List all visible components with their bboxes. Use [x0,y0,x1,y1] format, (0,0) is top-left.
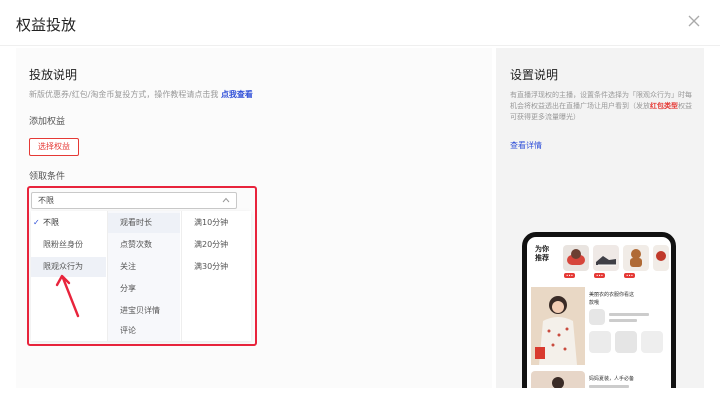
dialog-title: 权益投放 [16,16,77,34]
settings-section-title: 设置说明 [510,68,559,82]
phone-title: 为你 推荐 [535,245,549,263]
placeholder-line [609,319,637,322]
option-unlimited[interactable]: ✓ 不限 [31,213,106,233]
claim-condition-label: 领取条件 [29,172,66,182]
badge: ••• [594,273,606,278]
dialog-header: 权益投放 [0,0,720,46]
close-icon[interactable] [684,11,704,31]
view-details-link[interactable]: 查看详情 [510,140,542,151]
placement-description: 新版优惠券/红包/淘金币复投方式，操作教程请点击我 点我查看 [29,89,253,100]
option-fans-only[interactable]: 限粉丝身份 [31,235,106,255]
option-like-count[interactable]: 点赞次数 [108,235,180,255]
annotation-arrow-icon [55,274,80,318]
option-follow[interactable]: 关注 [108,257,180,277]
option-label: 限粉丝身份 [43,240,83,249]
view-tutorial-link[interactable]: 点我查看 [221,90,253,99]
option-watch-time[interactable]: 观看时长 [108,213,180,233]
option-10-min[interactable]: 满10分钟 [182,213,251,233]
product-thumb [615,331,637,353]
option-comment[interactable]: 评论 [108,321,180,341]
live-card-image [531,371,585,388]
placeholder-line [609,313,649,316]
product-thumb [653,245,669,271]
phone-title-line2: 推荐 [535,254,549,262]
option-share[interactable]: 分享 [108,279,180,299]
dropdown-column-threshold: 满10分钟 满20分钟 满30分钟 [181,211,251,341]
option-label: 限观众行为 [43,262,83,271]
option-20-min[interactable]: 满20分钟 [182,235,251,255]
add-benefit-label: 添加权益 [29,117,66,127]
condition-select[interactable]: 不限 [31,192,237,209]
settings-panel: 设置说明 有直播浮现权的主播，设置条件选择为「限观众行为」时每机会将权益透出在直… [496,48,704,388]
settings-description-highlight: 红包类型 [650,102,678,110]
option-item-detail[interactable]: 进宝贝详情 [108,301,180,321]
placeholder-line [589,385,629,388]
product-thumb [563,245,589,271]
badge: ••• [564,273,576,278]
product-thumb [593,245,619,271]
check-icon: ✓ [33,218,40,227]
condition-select-value: 不限 [38,196,54,205]
product-thumb [623,245,649,271]
phone-title-line1: 为你 [535,245,549,253]
option-30-min[interactable]: 满30分钟 [182,257,251,277]
placement-description-text: 新版优惠券/红包/淘金币复投方式，操作教程请点击我 [29,90,219,99]
product-thumb [641,331,663,353]
dropdown-column-behavior: 观看时长 点赞次数 关注 分享 进宝贝详情 评论 [107,211,180,341]
badge: ••• [624,273,636,278]
chevron-up-icon [222,197,230,203]
product-thumb [589,309,605,325]
live-card-image [531,287,585,365]
live-card-title: 妈妈夏装，人手必备 [589,376,635,382]
placement-section-title: 投放说明 [29,68,78,82]
live-card-title-2: 款哦 [589,300,600,306]
phone-preview: 为你 推荐 ••• ••• ••• 美丽衣的衣服你看这 款哦 妈妈夏装，人手必备 [522,232,676,388]
select-benefit-button[interactable]: 选择权益 [29,138,79,156]
product-thumb [589,331,611,353]
live-card-title: 美丽衣的衣服你看这 [589,292,635,298]
option-label: 不限 [43,218,59,227]
settings-description: 有直播浮现权的主播，设置条件选择为「限观众行为」时每机会将权益透出在直播广场让用… [510,90,694,123]
